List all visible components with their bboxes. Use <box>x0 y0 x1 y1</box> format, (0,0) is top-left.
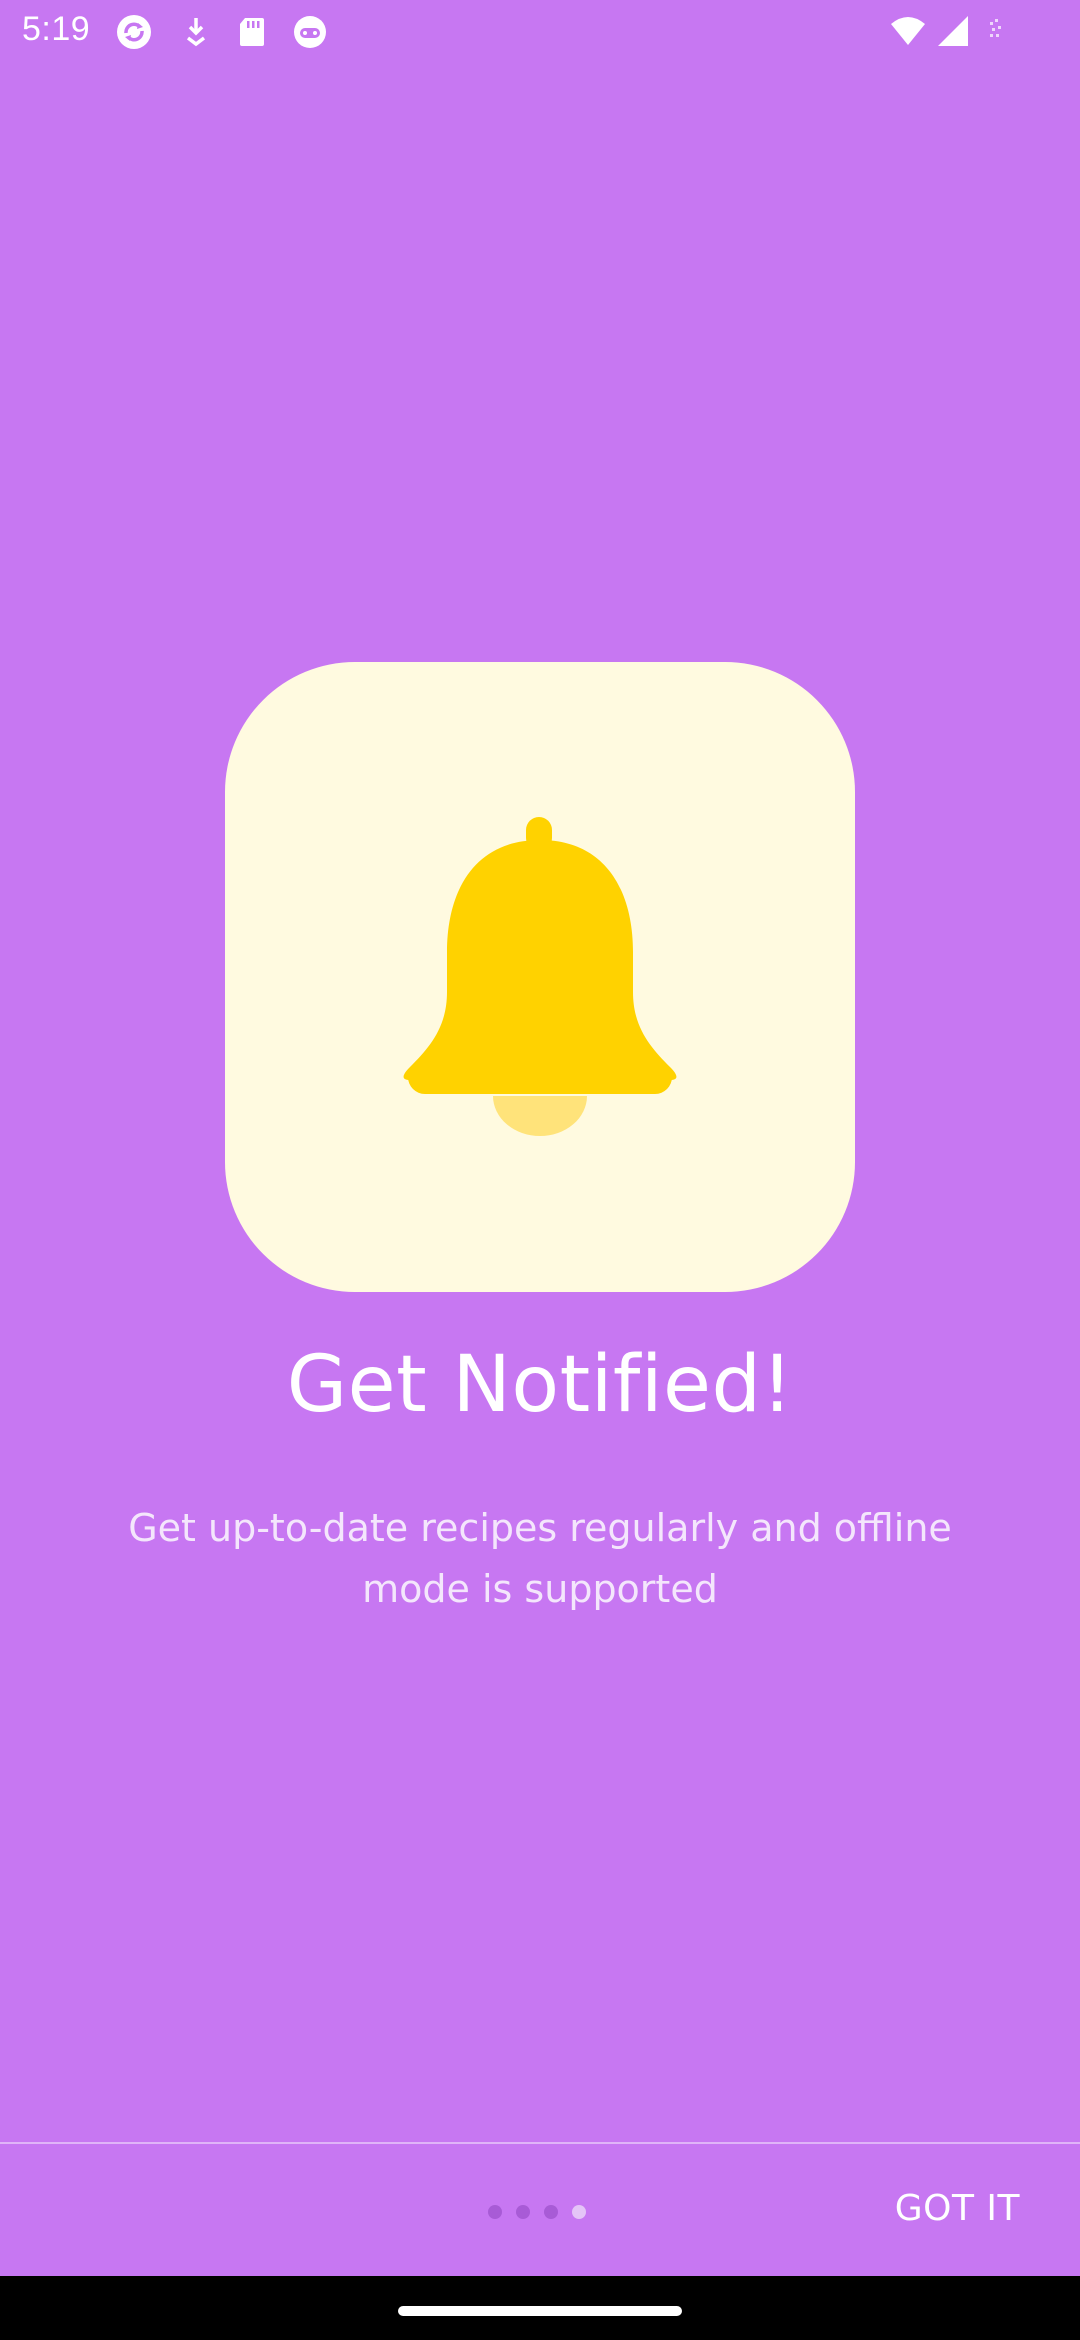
sd-card-icon <box>232 12 272 52</box>
wifi-icon <box>888 12 928 52</box>
bell-icon <box>403 817 677 1136</box>
page-title: Get Notified! <box>286 1340 794 1430</box>
download-icon <box>176 12 216 52</box>
page-dot-3 <box>544 2205 558 2219</box>
page-dot-2 <box>516 2205 530 2219</box>
illustration-card <box>225 662 855 1292</box>
bottom-divider <box>0 2142 1080 2144</box>
got-it-button[interactable]: GOT IT <box>895 2188 1020 2229</box>
status-bar: 5:19 <box>0 0 1080 62</box>
signal-icon <box>932 12 972 52</box>
page-description: Get up-to-date recipes regularly and off… <box>128 1506 952 1611</box>
status-time: 5:19 <box>22 10 91 48</box>
android-face-icon <box>290 12 330 52</box>
system-navigation-bar <box>0 2276 1080 2340</box>
page-indicator <box>488 2205 586 2219</box>
battery-icon <box>984 12 1024 52</box>
page-dot-1 <box>488 2205 502 2219</box>
page-dot-4-active <box>572 2205 586 2219</box>
sync-icon <box>114 12 154 52</box>
home-gesture-handle[interactable] <box>398 2306 682 2316</box>
